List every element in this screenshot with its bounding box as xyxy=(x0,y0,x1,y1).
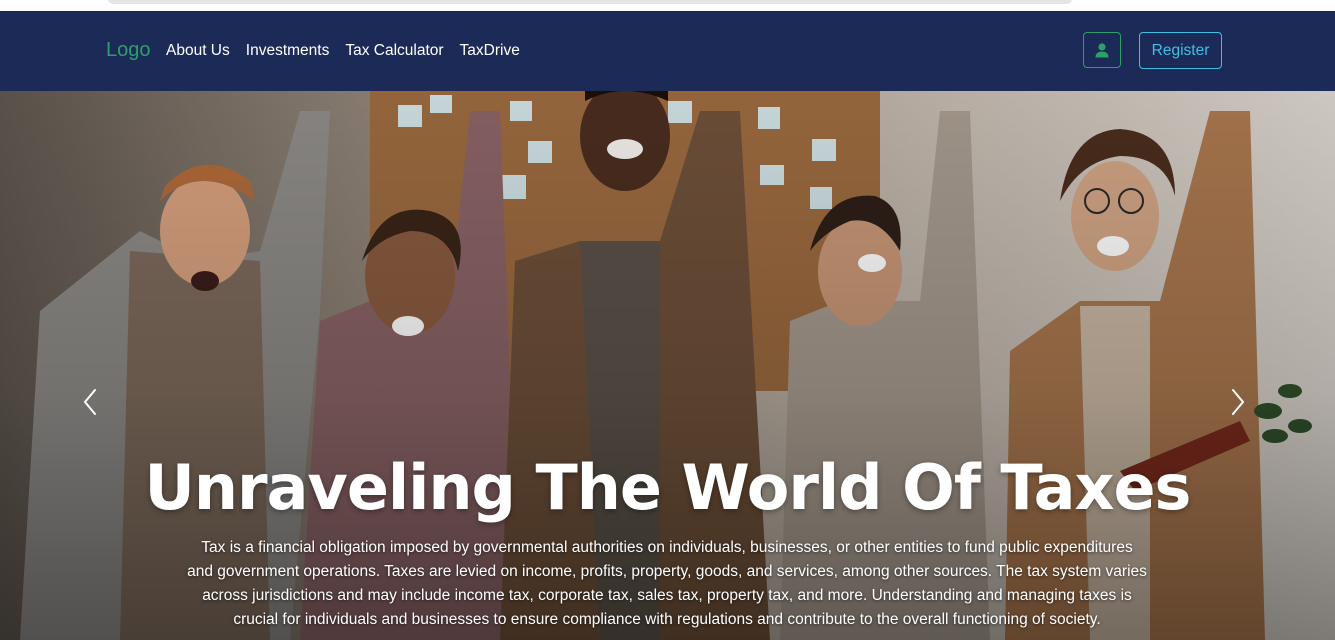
user-icon xyxy=(1095,43,1109,58)
carousel-next-button[interactable] xyxy=(1226,387,1250,417)
navbar: Logo About Us Investments Tax Calculator… xyxy=(0,11,1335,91)
nav-link-taxdrive[interactable]: TaxDrive xyxy=(460,42,520,60)
nav-links: About Us Investments Tax Calculator TaxD… xyxy=(166,42,520,60)
user-account-button[interactable] xyxy=(1083,32,1121,68)
chevron-right-icon xyxy=(1232,389,1245,415)
hero-carousel: Unraveling The World Of Taxes Tax is a f… xyxy=(0,91,1335,640)
nav-link-tax-calculator[interactable]: Tax Calculator xyxy=(345,42,443,60)
chevron-left-icon xyxy=(83,389,96,415)
hero-description: Tax is a financial obligation imposed by… xyxy=(187,539,1147,628)
logo[interactable]: Logo xyxy=(106,39,151,62)
carousel-prev-button[interactable] xyxy=(78,387,102,417)
nav-link-about-us[interactable]: About Us xyxy=(166,42,230,60)
browser-top-strip xyxy=(0,0,1335,11)
scrollbar-pill[interactable] xyxy=(108,0,1072,4)
register-button[interactable]: Register xyxy=(1139,32,1222,69)
nav-link-investments[interactable]: Investments xyxy=(246,42,330,60)
hero-title: Unraveling The World Of Taxes xyxy=(144,451,1192,524)
